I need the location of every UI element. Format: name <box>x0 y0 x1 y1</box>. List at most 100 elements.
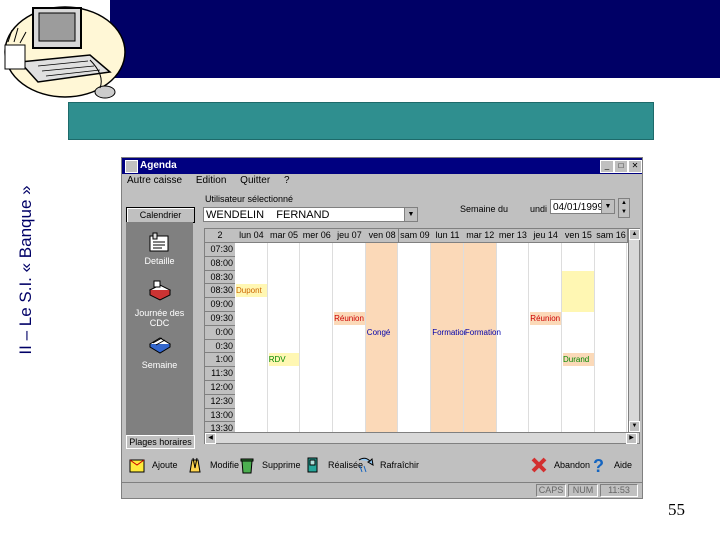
refresh-icon <box>358 457 374 473</box>
menu-edition[interactable]: Edition <box>196 175 227 186</box>
realize-icon <box>307 457 318 473</box>
agenda-event[interactable]: Durand <box>563 353 594 367</box>
abandon-button[interactable]: Abandon <box>530 456 590 474</box>
minimize-icon[interactable]: _ <box>600 160 614 173</box>
page-number: 55 <box>668 500 685 519</box>
time-slot-label: 09:30 <box>205 312 235 326</box>
scroll-right-icon[interactable]: ▶ <box>626 433 637 444</box>
chevron-down-icon[interactable]: ▼ <box>404 208 417 221</box>
add-label: Ajoute <box>152 460 178 470</box>
day-header[interactable]: jeu 07 <box>333 229 367 243</box>
svg-text:?: ? <box>593 456 604 474</box>
help-label: Aide <box>614 460 633 470</box>
day-header[interactable]: ven 15 <box>562 229 596 243</box>
grid-column[interactable] <box>235 229 268 432</box>
week-icon[interactable] <box>148 332 172 354</box>
time-slots-button[interactable]: Plages horaires <box>126 435 195 449</box>
menu-quitter[interactable]: Quitter <box>240 175 270 186</box>
time-slot-label: 08:30 <box>205 270 235 285</box>
scroll-up-icon[interactable]: ▲ <box>629 229 640 240</box>
status-num: NUM <box>568 484 598 497</box>
left-panel: Detaille Journée des CDC Semaine <box>126 222 193 435</box>
scroll-down-icon[interactable]: ▼ <box>629 421 640 432</box>
chevron-down-icon[interactable]: ▼ <box>601 200 614 213</box>
maximize-icon[interactable]: □ <box>614 160 628 173</box>
day-header[interactable]: mar 12 <box>463 229 498 243</box>
day-header[interactable]: jeu 14 <box>529 229 563 243</box>
grid-column[interactable] <box>497 229 530 432</box>
status-bar: CAPS NUM 11:53 <box>122 482 642 497</box>
grid-column[interactable] <box>529 229 562 432</box>
agenda-event[interactable]: Formation <box>432 325 468 339</box>
abandon-label: Abandon <box>554 460 591 470</box>
day-label: undi <box>530 204 548 214</box>
slide-header-band <box>110 0 720 78</box>
day-header[interactable]: ven 08 <box>365 229 400 243</box>
calendar-button[interactable]: Calendrier <box>126 207 195 223</box>
cdc-icon[interactable] <box>148 280 172 302</box>
horizontal-scrollbar[interactable]: ◀ ▶ <box>204 432 640 444</box>
detail-icon[interactable] <box>148 232 172 254</box>
time-slot-label: 0:00 <box>205 325 235 340</box>
vertical-scrollbar[interactable]: ▲ ▼ <box>628 228 640 433</box>
time-slot-label: 09:00 <box>205 298 235 312</box>
app-icon <box>125 160 138 173</box>
time-slot-label: 13:00 <box>205 408 235 423</box>
grid-column[interactable] <box>300 229 334 432</box>
agenda-event[interactable]: Réunion <box>530 312 561 325</box>
help-icon: ? <box>593 456 604 474</box>
cdc-label: Journée des CDC <box>134 308 185 328</box>
delete-label: Supprime <box>262 460 301 470</box>
agenda-event[interactable]: Congé <box>366 325 398 339</box>
edit-button[interactable]: Modifie <box>186 456 242 474</box>
agenda-event[interactable]: RDV <box>268 353 300 367</box>
refresh-button[interactable]: Rafraîchir <box>356 456 426 474</box>
day-header[interactable]: lun 04 <box>235 229 269 243</box>
realize-button[interactable]: Réalisée <box>304 456 364 474</box>
action-toolbar: Ajoute Modifie Supprime Réalisée Rafraîc… <box>122 450 642 480</box>
week-label: Semaine <box>141 360 178 370</box>
day-header[interactable]: sam 16 <box>594 229 628 243</box>
agenda-event[interactable]: Formation <box>464 325 501 339</box>
abandon-icon <box>531 457 547 473</box>
window-title: Agenda <box>140 160 177 171</box>
agenda-event[interactable]: Réunion <box>334 312 365 325</box>
trash-icon <box>240 458 254 474</box>
grid-column[interactable] <box>595 229 628 432</box>
user-select-value: WENDELIN FERNAND <box>206 209 330 221</box>
time-slot-label: 07:30 <box>205 243 235 257</box>
detail-label: Detaille <box>144 256 175 266</box>
day-header[interactable]: lun 11 <box>431 229 465 243</box>
help-button[interactable]: ? Aide <box>590 456 640 474</box>
day-header[interactable]: mer 13 <box>496 229 531 243</box>
window-titlebar[interactable]: Agenda _ □ ✕ <box>122 158 642 174</box>
week-of-label: Semaine du <box>460 204 509 214</box>
time-slot-label: 08:00 <box>205 256 235 271</box>
agenda-event[interactable]: Dupont <box>236 284 267 298</box>
day-header[interactable]: mar 05 <box>267 229 302 243</box>
edit-pencil-icon <box>189 457 201 473</box>
grid-column[interactable] <box>399 229 432 432</box>
computer-clipart-icon <box>4 6 126 99</box>
user-select[interactable]: WENDELIN FERNAND ▼ <box>203 207 418 222</box>
agenda-grid[interactable]: 2 lun 04 mar 05 mer 06 jeu 07 ven 08 sam 09 lun… <box>204 228 629 433</box>
scroll-left-icon[interactable]: ◀ <box>205 433 216 444</box>
refresh-label: Rafraîchir <box>380 460 420 470</box>
date-select[interactable]: 04/01/1999 ▼ <box>550 199 615 214</box>
grid-column[interactable] <box>333 229 366 432</box>
time-slot-label: 0:30 <box>205 339 235 354</box>
time-slot-label: 1:00 <box>205 353 235 368</box>
delete-button[interactable]: Supprime <box>238 456 304 474</box>
menu-help[interactable]: ? <box>284 175 290 186</box>
slide-title-bar <box>68 102 654 140</box>
day-header[interactable]: mer 06 <box>300 229 335 243</box>
close-icon[interactable]: ✕ <box>628 160 642 173</box>
add-icon <box>129 459 145 473</box>
day-header[interactable]: sam 09 <box>398 229 433 243</box>
date-spinner[interactable]: ▲ ▼ <box>618 198 630 218</box>
time-slot-label: 12:30 <box>205 394 235 409</box>
menu-autre-caisse[interactable]: Autre caisse <box>127 175 182 186</box>
grid-column[interactable] <box>562 229 595 432</box>
grid-column[interactable] <box>268 229 301 432</box>
add-button[interactable]: Ajoute <box>128 456 184 474</box>
